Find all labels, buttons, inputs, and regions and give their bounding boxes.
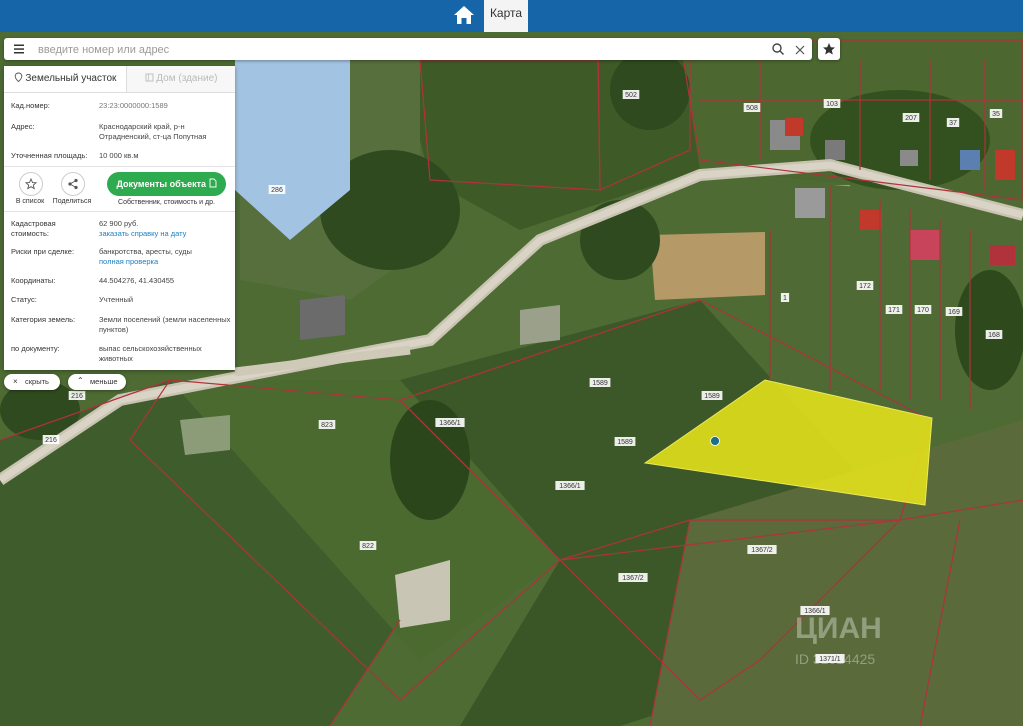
parcel-number-label: 216 bbox=[45, 437, 57, 444]
parcel-number-label: 1367/2 bbox=[622, 575, 644, 582]
field-label: Уточненная площадь: bbox=[11, 151, 88, 160]
parcel-number-label: 1366/1 bbox=[559, 483, 581, 490]
order-certificate-link[interactable]: заказать справку на дату bbox=[99, 229, 231, 239]
add-to-list-button[interactable] bbox=[19, 172, 43, 196]
document-icon bbox=[209, 178, 216, 188]
parcel-number-label: 502 bbox=[625, 92, 637, 99]
parcel-number-label: 171 bbox=[888, 307, 900, 314]
tab-land-plot[interactable]: Земельный участок bbox=[4, 66, 127, 92]
field-value-group: банкротства, аресты, суды полная проверк… bbox=[99, 247, 231, 267]
field-value: 44.504276, 41.430455 bbox=[99, 276, 175, 285]
field-value-group: 62 900 руб. заказать справку на дату bbox=[99, 219, 231, 239]
field-value: Краснодарский край, р-н Отрадненский, ст… bbox=[99, 122, 207, 141]
parcel-number-label: 1589 bbox=[704, 393, 720, 400]
field-label: Кад.номер: bbox=[11, 101, 50, 110]
field-label: Категория земель: bbox=[11, 315, 76, 324]
field-land-category: Категория земель: Земли поселений (земли… bbox=[11, 315, 231, 335]
building-icon bbox=[145, 73, 153, 82]
field-value: Земли поселений (земли населенных пункто… bbox=[99, 315, 231, 334]
field-risks: Риски при сделке: банкротства, аресты, с… bbox=[11, 247, 231, 267]
share-button[interactable] bbox=[61, 172, 85, 196]
tab-land-plot-label: Земельный участок bbox=[25, 73, 117, 84]
field-address: Адрес: Краснодарский край, р-н Отрадненс… bbox=[11, 122, 231, 144]
share-icon bbox=[68, 178, 78, 190]
close-icon: × bbox=[13, 377, 18, 386]
parcel-info-panel: Земельный участок Дом (здание) Кад.номер… bbox=[4, 66, 235, 370]
search-input[interactable] bbox=[36, 40, 760, 60]
field-label: Риски при сделке: bbox=[11, 247, 75, 256]
field-label: Статус: bbox=[11, 295, 37, 304]
collapse-panel-button[interactable]: ⌃ меньше bbox=[68, 374, 126, 390]
panel-tabs: Земельный участок Дом (здание) bbox=[4, 66, 235, 93]
parcel-number-label: 508 bbox=[746, 105, 758, 112]
parcel-number-label: 169 bbox=[948, 309, 960, 316]
close-icon[interactable] bbox=[794, 43, 806, 55]
parcel-number-label: 823 bbox=[321, 422, 333, 429]
watermark-brand: ЦИАН bbox=[795, 612, 882, 645]
documents-subtitle: Собственник, стоимость и др. bbox=[118, 199, 215, 206]
tab-map[interactable]: Карта bbox=[484, 0, 528, 35]
location-pin-icon bbox=[14, 72, 22, 83]
tab-building-label: Дом (здание) bbox=[156, 73, 218, 84]
parcel-number-label: 216 bbox=[71, 393, 83, 400]
field-permitted-use: по документу: выпас сельскохозяйственных… bbox=[11, 344, 231, 364]
parcel-number-label: 172 bbox=[859, 283, 871, 290]
field-label: Координаты: bbox=[11, 276, 56, 285]
field-value: банкротства, аресты, суды bbox=[99, 247, 192, 256]
star-icon bbox=[823, 43, 835, 55]
favorites-star-button[interactable] bbox=[818, 38, 840, 60]
field-label: Кадастровая стоимость: bbox=[11, 219, 56, 238]
parcel-number-label: 1 bbox=[783, 295, 787, 302]
field-value: выпас сельскохозяйственных животных bbox=[99, 344, 202, 363]
parcel-number-label: 1366/1 bbox=[804, 608, 826, 615]
field-cadastral-value: Кадастровая стоимость: 62 900 руб. заказ… bbox=[11, 219, 231, 239]
field-label: Адрес: bbox=[11, 122, 35, 131]
parcel-number-label: 1367/2 bbox=[751, 547, 773, 554]
full-check-link[interactable]: полная проверка bbox=[99, 257, 231, 267]
documents-button-label: Документы объекта bbox=[116, 179, 206, 189]
chevron-up-icon: ⌃ bbox=[77, 376, 84, 385]
parcel-number-label: 37 bbox=[949, 120, 957, 127]
search-icon[interactable] bbox=[771, 42, 785, 56]
field-value: Учтенный bbox=[99, 295, 134, 304]
documents-button[interactable]: Документы объекта bbox=[107, 172, 226, 196]
search-bar bbox=[4, 38, 812, 60]
parcel-number-label: 822 bbox=[362, 543, 374, 550]
hide-panel-button[interactable]: × скрыть bbox=[4, 374, 60, 390]
parcel-number-label: 1366/1 bbox=[439, 420, 461, 427]
menu-icon[interactable] bbox=[8, 38, 30, 60]
parcel-number-label: 207 bbox=[905, 115, 917, 122]
divider bbox=[4, 211, 235, 212]
field-value: 10 000 кв.м bbox=[99, 151, 139, 160]
parcel-number-label: 35 bbox=[992, 111, 1000, 118]
field-value: 23:23:0000000:1589 bbox=[99, 101, 168, 110]
star-outline-icon bbox=[24, 177, 38, 190]
parcel-number-label: 286 bbox=[271, 187, 283, 194]
parcel-number-label: 1589 bbox=[592, 380, 608, 387]
parcel-number-label: 1371/1 bbox=[819, 656, 841, 663]
parcel-number-label: 170 bbox=[917, 307, 929, 314]
parcel-number-label: 103 bbox=[826, 101, 838, 108]
less-label: меньше bbox=[90, 377, 118, 386]
parcel-number-label: 168 bbox=[988, 332, 1000, 339]
field-value: 62 900 руб. bbox=[99, 219, 139, 228]
field-label: по документу: bbox=[11, 344, 60, 353]
hide-label: скрыть bbox=[25, 377, 49, 386]
home-icon[interactable] bbox=[452, 4, 476, 26]
divider bbox=[4, 166, 235, 167]
share-label: Поделиться bbox=[52, 198, 92, 205]
parcel-number-label: 1589 bbox=[617, 439, 633, 446]
tab-building[interactable]: Дом (здание) bbox=[127, 66, 235, 92]
top-bar: Карта bbox=[0, 0, 1023, 35]
